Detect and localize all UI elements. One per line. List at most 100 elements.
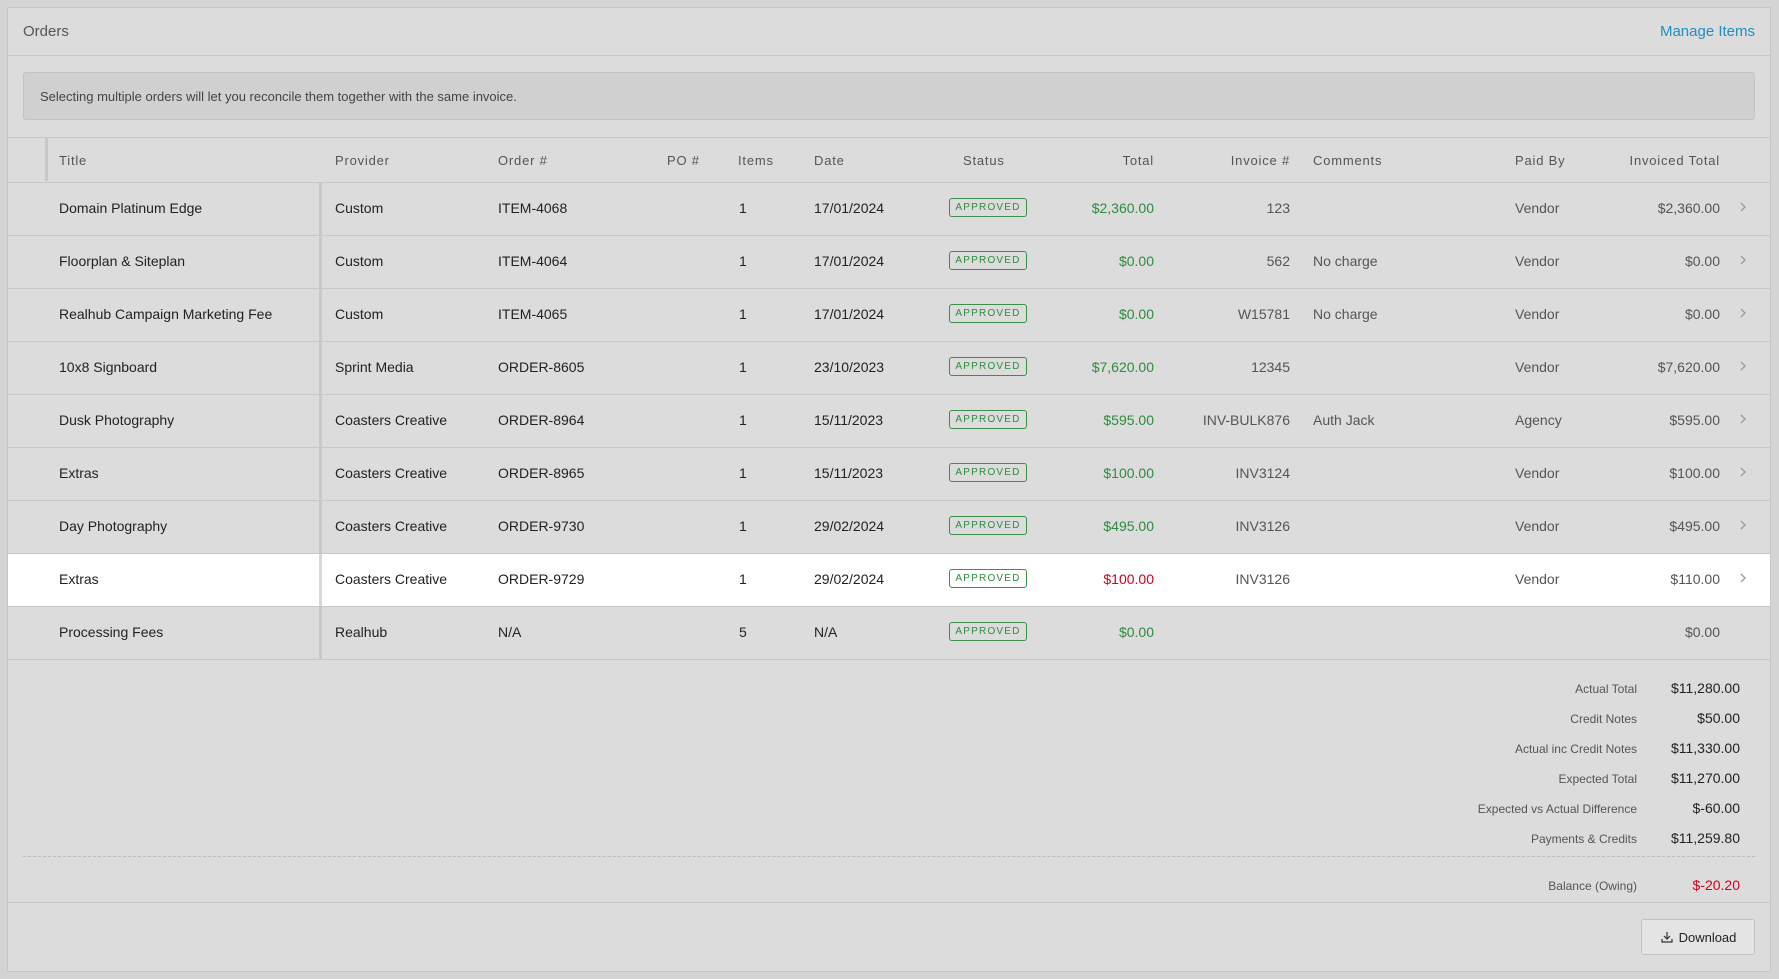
row-items: 1 — [739, 306, 747, 322]
chevron-right-icon[interactable] — [1736, 304, 1750, 322]
table-row[interactable]: Floorplan & Siteplan Custom ITEM-4064 1 … — [8, 236, 1770, 289]
row-invoice-number: INV3124 — [1235, 465, 1290, 481]
column-divider — [319, 236, 322, 288]
manage-items-link[interactable]: Manage Items — [1660, 23, 1755, 40]
column-header-paid-by[interactable]: Paid By — [1515, 153, 1565, 168]
column-header-status[interactable]: Status — [963, 153, 1005, 168]
table-row[interactable]: Realhub Campaign Marketing Fee Custom IT… — [8, 289, 1770, 342]
table-row[interactable]: Domain Platinum Edge Custom ITEM-4068 1 … — [8, 183, 1770, 236]
row-invoiced-total: $110.00 — [1670, 571, 1720, 587]
row-title: Day Photography — [59, 518, 168, 534]
row-paid-by: Agency — [1515, 412, 1562, 428]
row-paid-by: Vendor — [1515, 465, 1560, 481]
summary-label: Payments & Credits — [1530, 832, 1637, 846]
chevron-right-icon[interactable] — [1736, 198, 1750, 216]
summary-value: $11,259.80 — [1670, 830, 1740, 846]
chevron-right-icon[interactable] — [1736, 357, 1750, 375]
row-total: $7,620.00 — [1091, 359, 1154, 375]
status-badge: APPROVED — [949, 251, 1027, 270]
column-header-total[interactable]: Total — [1123, 153, 1154, 168]
row-paid-by: Vendor — [1515, 200, 1560, 216]
column-header-invoice[interactable]: Invoice # — [1231, 153, 1290, 168]
summary-value: $50.00 — [1697, 710, 1740, 726]
row-date: 29/02/2024 — [814, 571, 885, 587]
status-badge: APPROVED — [949, 516, 1027, 535]
column-header-date[interactable]: Date — [814, 153, 845, 168]
row-total: $0.00 — [1118, 624, 1154, 640]
table-header: Title Provider Order # PO # Items Date S… — [8, 138, 1770, 183]
row-total: $0.00 — [1118, 253, 1154, 269]
summary-label: Expected Total — [1558, 772, 1638, 786]
row-date: 15/11/2023 — [814, 412, 884, 428]
row-invoiced-total: $495.00 — [1669, 518, 1720, 534]
row-title: Floorplan & Siteplan — [59, 253, 186, 269]
status-badge: APPROVED — [949, 304, 1027, 323]
column-header-title[interactable]: Title — [59, 153, 87, 168]
row-invoiced-total: $0.00 — [1684, 624, 1720, 640]
row-date: 17/01/2024 — [814, 306, 885, 322]
row-invoiced-total: $0.00 — [1684, 306, 1720, 322]
column-header-order[interactable]: Order # — [498, 153, 548, 168]
row-total: $0.00 — [1118, 306, 1154, 322]
column-divider — [319, 607, 322, 659]
row-order-number: ITEM-4065 — [498, 306, 568, 322]
row-total: $595.00 — [1103, 412, 1154, 428]
summary-expected-vs-actual: Expected vs Actual Difference $-60.00 — [1240, 800, 1740, 820]
row-title: Dusk Photography — [59, 412, 175, 428]
summary-divider — [23, 856, 1755, 857]
column-header-invoiced-total[interactable]: Invoiced Total — [1630, 153, 1720, 168]
row-title: Processing Fees — [59, 624, 164, 640]
row-provider: Coasters Creative — [335, 465, 448, 481]
status-badge: APPROVED — [949, 410, 1027, 429]
status-badge: APPROVED — [949, 569, 1027, 588]
orders-table-body: Domain Platinum Edge Custom ITEM-4068 1 … — [8, 183, 1770, 660]
column-header-items[interactable]: Items — [738, 153, 774, 168]
status-badge: APPROVED — [949, 198, 1027, 217]
row-provider: Custom — [335, 253, 384, 269]
chevron-right-icon[interactable] — [1736, 516, 1750, 534]
chevron-right-icon[interactable] — [1736, 463, 1750, 481]
column-header-po[interactable]: PO # — [667, 153, 700, 168]
table-row: Processing Fees Realhub N/A 5 N/A APPROV… — [8, 607, 1770, 660]
column-divider — [319, 501, 322, 553]
row-invoiced-total: $0.00 — [1684, 253, 1720, 269]
row-provider: Sprint Media — [335, 359, 414, 375]
table-row[interactable]: Extras Coasters Creative ORDER-8965 1 15… — [8, 448, 1770, 501]
summary-label: Credit Notes — [1570, 712, 1637, 726]
row-provider: Realhub — [335, 624, 388, 640]
chevron-right-icon[interactable] — [1736, 569, 1750, 587]
column-divider — [319, 395, 322, 447]
row-order-number: ITEM-4068 — [498, 200, 568, 216]
row-invoice-number: INV3126 — [1235, 518, 1290, 534]
info-notice: Selecting multiple orders will let you r… — [23, 72, 1755, 120]
row-provider: Custom — [335, 306, 384, 322]
summary-label: Actual Total — [1575, 682, 1637, 696]
column-divider — [319, 289, 322, 341]
row-comments: No charge — [1313, 253, 1378, 269]
summary-balance: Balance (Owing) $-20.20 — [1240, 877, 1740, 897]
row-date: 17/01/2024 — [814, 253, 885, 269]
download-button[interactable]: Download — [1641, 919, 1755, 955]
table-row[interactable]: Dusk Photography Coasters Creative ORDER… — [8, 395, 1770, 448]
summary-value: $-60.00 — [1692, 800, 1740, 816]
row-items: 1 — [739, 359, 747, 375]
column-header-comments[interactable]: Comments — [1313, 153, 1382, 168]
row-order-number: ORDER-8605 — [498, 359, 585, 375]
summary-actual-inc-credit: Actual inc Credit Notes $11,330.00 — [1240, 740, 1740, 760]
table-row[interactable]: Day Photography Coasters Creative ORDER-… — [8, 501, 1770, 554]
table-row[interactable]: 10x8 Signboard Sprint Media ORDER-8605 1… — [8, 342, 1770, 395]
summary-label: Balance (Owing) — [1548, 879, 1637, 893]
row-invoice-number: 12345 — [1251, 359, 1290, 375]
row-title: Realhub Campaign Marketing Fee — [59, 306, 273, 322]
row-date: 15/11/2023 — [814, 465, 884, 481]
row-items: 1 — [739, 518, 747, 534]
row-total: $100.00 — [1103, 571, 1154, 587]
row-comments: No charge — [1313, 306, 1378, 322]
table-row-highlighted[interactable]: Extras Coasters Creative ORDER-9729 1 29… — [8, 554, 1770, 607]
row-invoice-number: 123 — [1266, 200, 1290, 216]
select-gutter — [8, 138, 48, 181]
chevron-right-icon[interactable] — [1736, 251, 1750, 269]
chevron-right-icon[interactable] — [1736, 410, 1750, 428]
column-header-provider[interactable]: Provider — [335, 153, 390, 168]
row-total: $495.00 — [1103, 518, 1154, 534]
